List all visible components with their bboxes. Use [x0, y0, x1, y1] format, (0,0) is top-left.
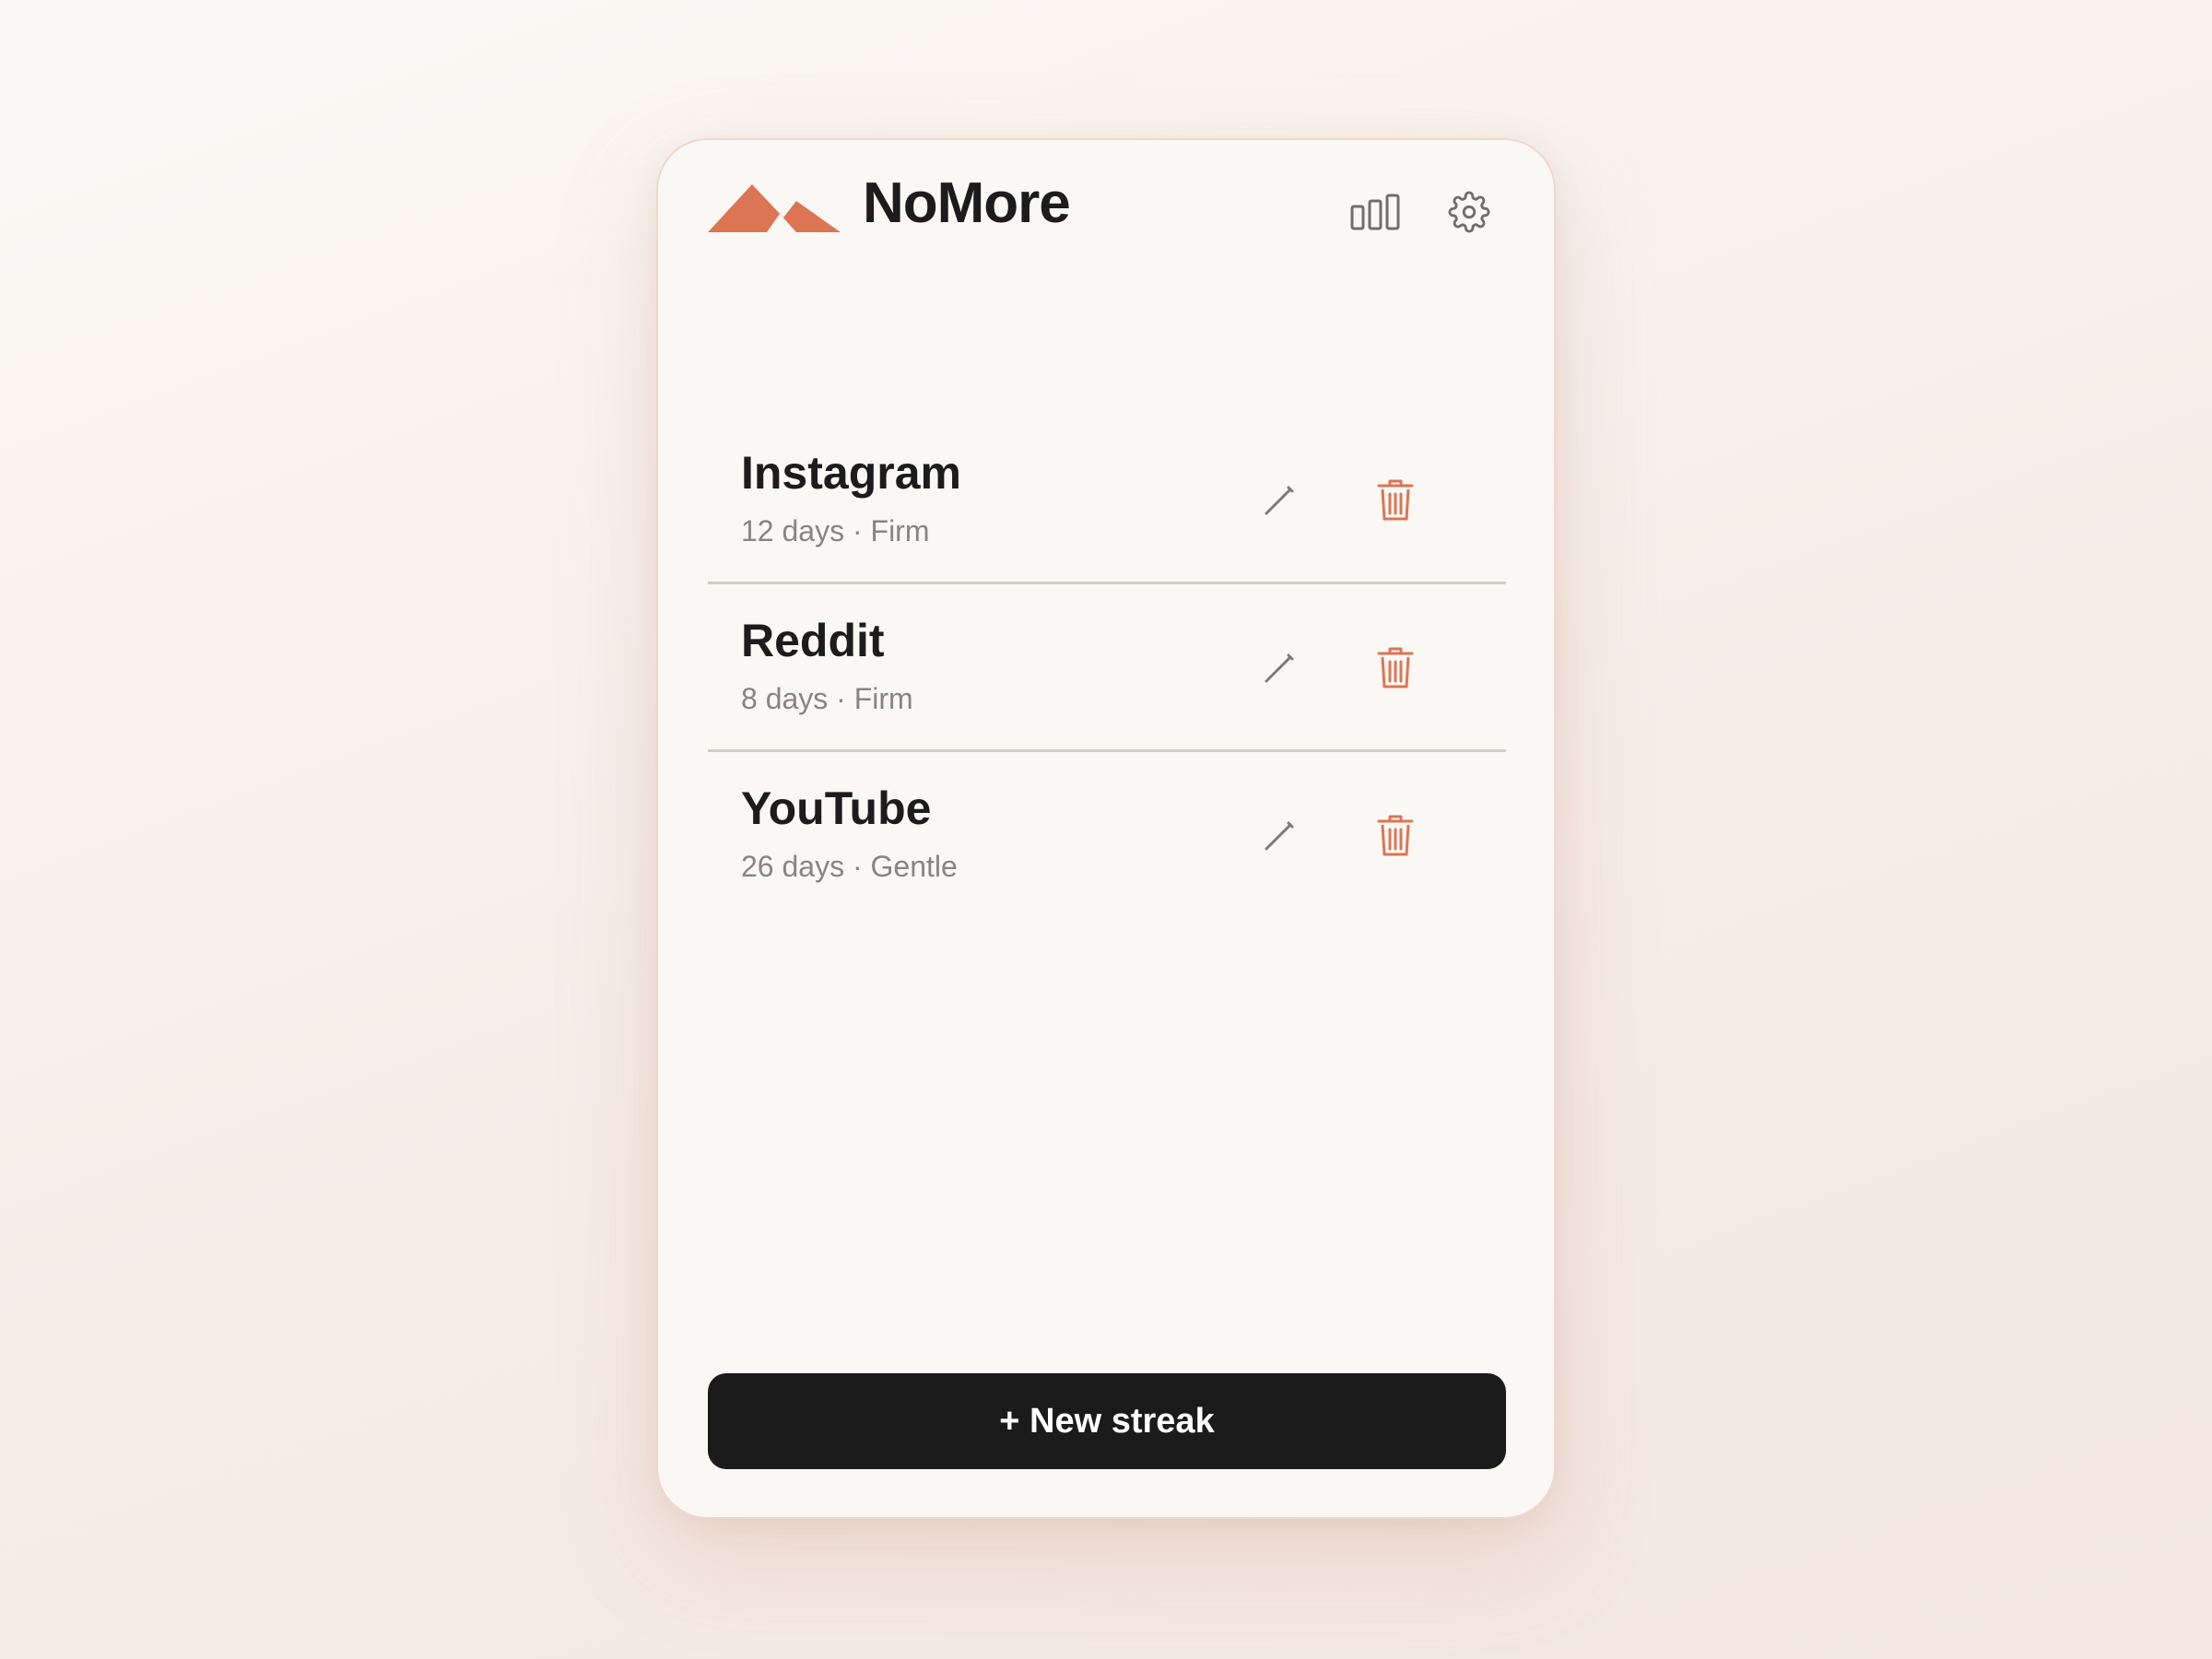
settings-button[interactable]: [1440, 182, 1499, 241]
streak-item-reddit[interactable]: Reddit 8 days · Firm: [708, 584, 1506, 752]
bar-chart-icon: [1350, 194, 1400, 230]
new-streak-button[interactable]: + New streak: [708, 1373, 1506, 1469]
trash-icon: [1377, 815, 1414, 856]
streak-meta: 8 days · Firm: [741, 682, 913, 715]
mountain-logo-icon: [708, 184, 841, 232]
delete-button[interactable]: [1364, 637, 1427, 700]
edit-button[interactable]: [1248, 469, 1311, 532]
trash-icon: [1377, 479, 1414, 521]
streak-list: Instagram 12 days · Firm Reddit 8 days ·…: [708, 417, 1506, 920]
streak-item-instagram[interactable]: Instagram 12 days · Firm: [708, 417, 1506, 584]
app-window: NoMore Instagram 12 days · Firm Reddit 8…: [656, 138, 1556, 1519]
app-header: NoMore: [658, 140, 1554, 278]
streak-name: Instagram: [741, 447, 961, 499]
app-title: NoMore: [863, 171, 1071, 235]
streak-name: YouTube: [741, 782, 932, 834]
pencil-icon: [1265, 486, 1294, 515]
streak-meta: 26 days · Gentle: [741, 850, 958, 883]
delete-button[interactable]: [1364, 805, 1427, 867]
edit-button[interactable]: [1248, 637, 1311, 700]
streak-meta: 12 days · Firm: [741, 514, 930, 547]
stats-button[interactable]: [1346, 182, 1405, 241]
edit-button[interactable]: [1248, 805, 1311, 867]
trash-icon: [1377, 647, 1414, 688]
streak-name: Reddit: [741, 615, 885, 666]
pencil-icon: [1265, 653, 1294, 683]
pencil-icon: [1265, 821, 1294, 851]
delete-button[interactable]: [1364, 469, 1427, 532]
gear-icon: [1448, 191, 1490, 233]
streak-item-youtube[interactable]: YouTube 26 days · Gentle: [708, 752, 1506, 920]
